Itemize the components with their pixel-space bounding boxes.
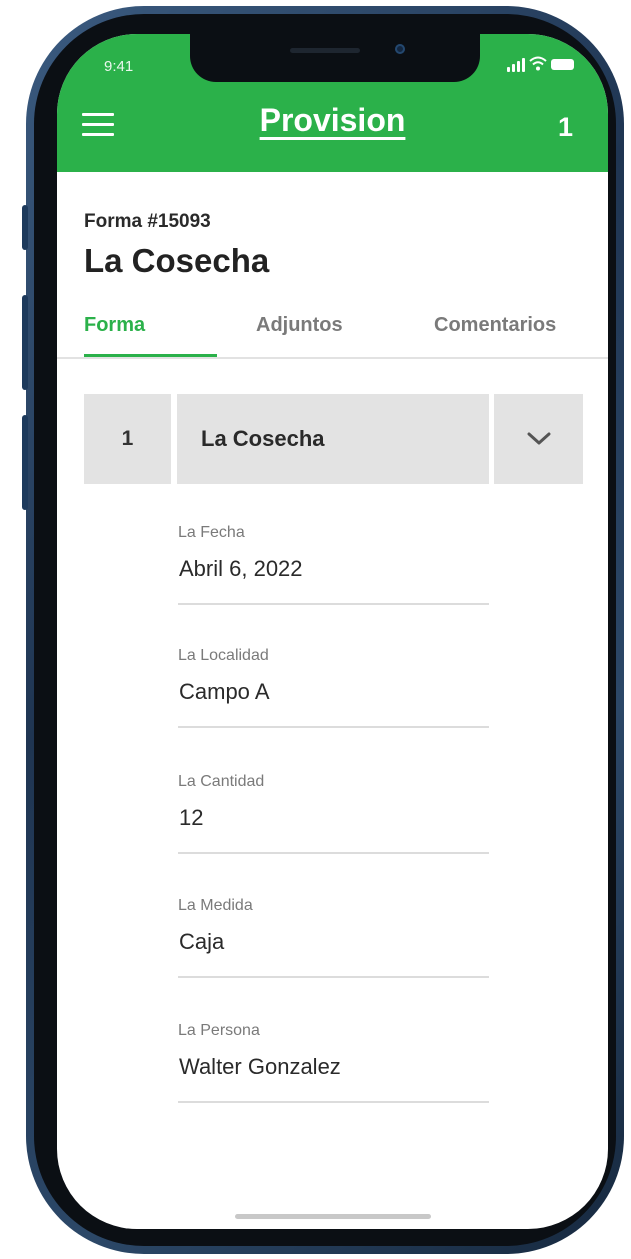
tab-bar: Forma Adjuntos Comentarios bbox=[57, 310, 608, 359]
section-header: 1 La Cosecha bbox=[57, 394, 608, 484]
field-value[interactable]: Abril 6, 2022 bbox=[179, 556, 303, 582]
status-time: 9:41 bbox=[104, 58, 134, 75]
signal-icon bbox=[522, 58, 525, 72]
form-number: Forma #15093 bbox=[84, 211, 211, 232]
side-button-silent bbox=[22, 205, 28, 250]
side-button-volume-up bbox=[22, 295, 28, 390]
field-label: La Cantidad bbox=[178, 773, 265, 790]
app-header: 9:41 Provision 1 bbox=[57, 34, 608, 172]
field-label: La Persona bbox=[178, 1022, 260, 1039]
field-la-localidad[interactable]: La Localidad Campo A bbox=[178, 647, 489, 759]
field-underline bbox=[178, 1101, 489, 1103]
field-value[interactable]: Walter Gonzalez bbox=[179, 1054, 341, 1080]
phone-screen: 9:41 Provision 1 Forma #15093 La Cosecha… bbox=[57, 34, 608, 1229]
form-title: La Cosecha bbox=[84, 242, 270, 279]
tab-adjuntos[interactable]: Adjuntos bbox=[256, 314, 343, 337]
field-underline bbox=[178, 603, 489, 605]
battery-icon bbox=[551, 59, 574, 70]
field-label: La Fecha bbox=[178, 524, 245, 541]
field-la-persona[interactable]: La Persona Walter Gonzalez bbox=[178, 1022, 489, 1134]
header-count-badge[interactable]: 1 bbox=[558, 112, 573, 143]
home-indicator[interactable] bbox=[235, 1214, 431, 1219]
section-toggle-button[interactable] bbox=[494, 394, 583, 484]
signal-icon bbox=[507, 67, 510, 72]
field-value[interactable]: Campo A bbox=[179, 679, 270, 705]
field-underline bbox=[178, 852, 489, 854]
section-index: 1 bbox=[84, 394, 171, 484]
tab-comentarios[interactable]: Comentarios bbox=[434, 314, 556, 337]
signal-icon bbox=[517, 61, 520, 72]
section-name[interactable]: La Cosecha bbox=[177, 394, 489, 484]
field-la-medida[interactable]: La Medida Caja bbox=[178, 897, 489, 1009]
field-la-fecha[interactable]: La Fecha Abril 6, 2022 bbox=[178, 524, 489, 636]
field-label: La Medida bbox=[178, 897, 253, 914]
field-la-cantidad[interactable]: La Cantidad 12 bbox=[178, 773, 489, 885]
field-value[interactable]: 12 bbox=[179, 805, 203, 831]
field-underline bbox=[178, 976, 489, 978]
tabs-divider bbox=[57, 357, 608, 359]
tab-forma[interactable]: Forma bbox=[84, 314, 145, 337]
field-value[interactable]: Caja bbox=[179, 929, 224, 955]
signal-icon bbox=[512, 64, 515, 72]
side-button-volume-down bbox=[22, 415, 28, 510]
chevron-down-icon bbox=[527, 432, 550, 445]
speaker bbox=[290, 48, 360, 53]
camera-icon bbox=[395, 44, 405, 54]
field-label: La Localidad bbox=[178, 647, 269, 664]
app-title: Provision bbox=[259, 102, 406, 138]
field-underline bbox=[178, 726, 489, 728]
notch bbox=[190, 34, 480, 82]
status-icons bbox=[507, 56, 597, 74]
wifi-icon bbox=[529, 56, 547, 71]
